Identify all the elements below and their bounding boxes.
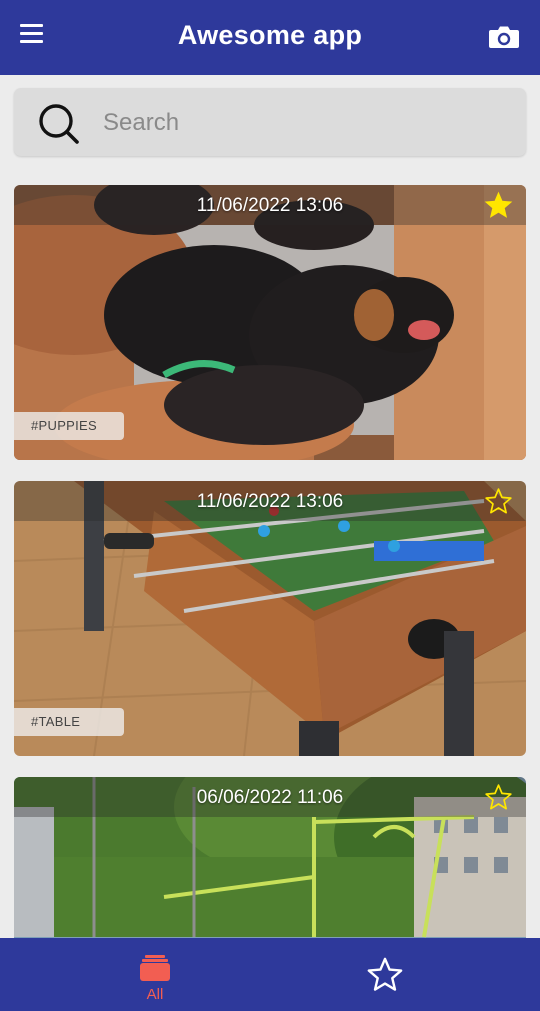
tab-all[interactable]: All <box>120 938 190 1011</box>
card-datetime: 11/06/2022 13:06 <box>196 491 344 512</box>
camera-icon[interactable] <box>488 25 520 49</box>
app-title: Awesome app <box>177 20 363 50</box>
photo-card[interactable]: 06/06/2022 11:06 <box>14 777 526 938</box>
bottom-navigation: All <box>0 938 540 1011</box>
card-datetime: 11/06/2022 13:06 <box>196 195 344 216</box>
star-outline-icon[interactable] <box>484 783 513 812</box>
search-input[interactable]: Search <box>103 109 179 137</box>
star-outline-icon[interactable] <box>484 487 513 516</box>
card-datetime: 06/06/2022 11:06 <box>196 787 344 808</box>
photo-card[interactable]: 11/06/2022 13:06 #PUPPIES <box>14 185 526 460</box>
search-bar[interactable]: Search <box>14 88 526 156</box>
tab-all-label: All <box>146 986 164 1003</box>
star-filled-icon[interactable] <box>484 191 513 220</box>
card-tag[interactable]: #PUPPIES <box>14 412 124 440</box>
tab-favorites-star-icon[interactable] <box>365 956 405 994</box>
card-tag[interactable]: #TABLE <box>14 708 124 736</box>
search-icon <box>39 104 79 144</box>
photo-card[interactable]: 11/06/2022 13:06 #TABLE <box>14 481 526 756</box>
app-bar: Awesome app <box>0 0 540 75</box>
stack-icon <box>140 955 170 981</box>
photo-list: 11/06/2022 13:06 #PUPPIES 11/06/2022 13:… <box>0 0 540 938</box>
